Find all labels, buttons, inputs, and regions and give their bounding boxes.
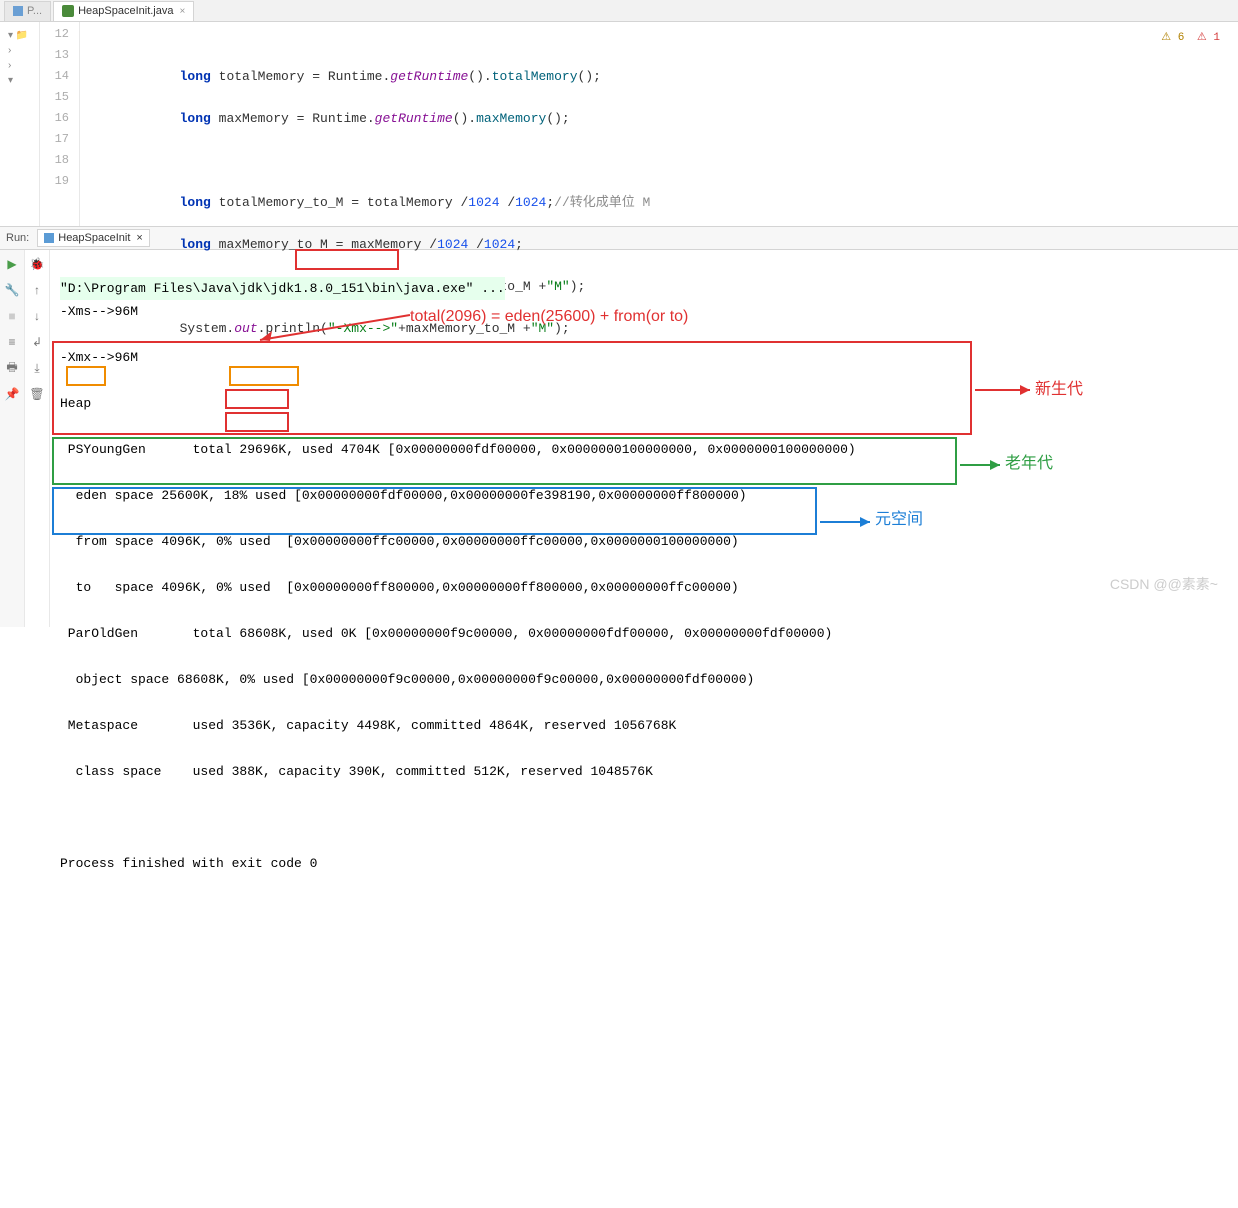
output-line: to space 4096K, 0% used [0x00000000ff800… <box>60 576 1228 599</box>
line-gutter: 12 13 14 15 16 17 18 19 <box>40 22 80 226</box>
line-number: 15 <box>40 87 69 108</box>
inspection-badges[interactable]: ⚠ 6 ⚠ 1 <box>1161 28 1220 49</box>
line-number: 13 <box>40 45 69 66</box>
arrow-meta <box>820 512 875 532</box>
tab-label: HeapSpaceInit.java <box>78 5 173 17</box>
command-line: "D:\Program Files\Java\jdk\jdk1.8.0_151\… <box>60 277 505 300</box>
annotation-box-oldgen <box>52 437 957 485</box>
arrow-old <box>960 455 1005 475</box>
down-button[interactable]: ↓ <box>29 308 45 324</box>
java-file-icon <box>62 5 74 17</box>
app-icon <box>44 233 54 243</box>
output-line: Process finished with exit code 0 <box>60 852 1228 875</box>
tab-project[interactable]: P... <box>4 1 51 21</box>
project-tree-sidebar[interactable]: ▾ 📁 › › ▾ <box>0 22 40 226</box>
annotation-box-jdk <box>295 249 399 270</box>
console-output[interactable]: "D:\Program Files\Java\jdk\jdk1.8.0_151\… <box>50 250 1238 627</box>
arrow-young <box>975 380 1035 400</box>
tree-node[interactable]: › <box>0 58 39 73</box>
tree-node[interactable]: › <box>0 43 39 58</box>
annotation-box-younggen <box>52 341 972 435</box>
wrap-button[interactable]: ↲ <box>29 334 45 350</box>
annotation-box-eden <box>66 366 106 386</box>
annotation-formula: total(2096) = eden(25600) + from(or to) <box>410 305 688 328</box>
run-toolbar: ▶ 🔧 ■ ≡ 🖶 📌 <box>0 250 25 627</box>
clear-button[interactable]: 🗑 <box>29 386 45 402</box>
annotation-box-eden-used <box>229 366 299 386</box>
editor-tabs: P... HeapSpaceInit.java × <box>0 0 1238 22</box>
output-line: class space used 388K, capacity 390K, co… <box>60 760 1228 783</box>
print-button[interactable]: 🖶 <box>4 360 20 376</box>
console-toolbar: 🐞 ↑ ↓ ↲ ⤓ 🗑 <box>25 250 50 627</box>
settings-button[interactable]: 🔧 <box>4 282 20 298</box>
arrow-formula <box>250 305 410 345</box>
annotation-meta: 元空间 <box>875 508 923 531</box>
scroll-button[interactable]: ⤓ <box>29 360 45 376</box>
code-editor[interactable]: ⚠ 6 ⚠ 1 long totalMemory = Runtime.getRu… <box>80 22 1238 226</box>
annotation-young: 新生代 <box>1035 378 1083 401</box>
up-button[interactable]: ↑ <box>29 282 45 298</box>
annotation-old: 老年代 <box>1005 452 1053 475</box>
output-line: Metaspace used 3536K, capacity 4498K, co… <box>60 714 1228 737</box>
close-icon[interactable]: × <box>180 6 186 17</box>
output-line: object space 68608K, 0% used [0x00000000… <box>60 668 1228 691</box>
run-label: Run: <box>6 232 29 244</box>
line-number: 12 <box>40 24 69 45</box>
annotation-box-metaspace <box>52 487 817 535</box>
watermark: CSDN @@素素~ <box>1110 574 1218 594</box>
run-panel: ▶ 🔧 ■ ≡ 🖶 📌 🐞 ↑ ↓ ↲ ⤓ 🗑 "D:\Program File… <box>0 250 1238 627</box>
tree-node[interactable]: ▾ 📁 <box>0 28 39 43</box>
pin-button[interactable]: 📌 <box>4 386 20 402</box>
line-number: 17 <box>40 129 69 150</box>
tab-label: P... <box>27 5 42 17</box>
tab-heapspaceinit[interactable]: HeapSpaceInit.java × <box>53 1 194 21</box>
editor-area: ▾ 📁 › › ▾ 12 13 14 15 16 17 18 19 ⚠ 6 ⚠ … <box>0 22 1238 227</box>
line-number: 16 <box>40 108 69 129</box>
output-line: ParOldGen total 68608K, used 0K [0x00000… <box>60 622 1228 645</box>
line-number: 19 <box>40 171 69 192</box>
annotation-box-from-used <box>225 389 289 409</box>
line-number: 14 <box>40 66 69 87</box>
annotation-box-to-used <box>225 412 289 432</box>
file-icon <box>13 6 23 16</box>
rerun-button[interactable]: ▶ <box>4 256 20 272</box>
line-number: 18 <box>40 150 69 171</box>
stop-button[interactable]: ■ <box>4 308 20 324</box>
tree-collapse[interactable]: ▾ <box>0 73 39 88</box>
bug-icon[interactable]: 🐞 <box>29 256 45 272</box>
layout-button[interactable]: ≡ <box>4 334 20 350</box>
